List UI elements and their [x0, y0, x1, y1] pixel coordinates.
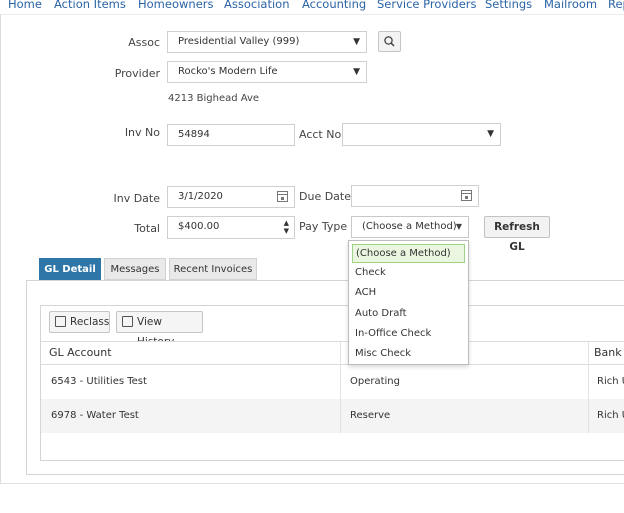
assoc-select[interactable]: Presidential Valley (999) ▼ — [167, 31, 367, 53]
acct-no-select[interactable]: ▼ — [342, 123, 501, 146]
history-icon — [122, 316, 133, 327]
refresh-gl-button[interactable]: Refresh GL — [484, 216, 550, 253]
nav-home[interactable]: Home — [8, 0, 42, 11]
total-label: Total — [134, 222, 160, 235]
inv-no-label: Inv No — [124, 126, 160, 139]
provider-value: Rocko's Modern Life — [178, 66, 278, 77]
column-header-gl-account[interactable]: GL Account — [49, 346, 112, 359]
nav-homeowners[interactable]: Homeowners — [138, 0, 214, 11]
bank-cell: Rich U — [597, 410, 624, 421]
nav-mailroom[interactable]: Mailroom — [544, 0, 597, 11]
assoc-label: Assoc — [128, 36, 160, 49]
fund-cell: Reserve — [350, 410, 391, 421]
total-value: $400.00 — [178, 221, 220, 232]
table-header: GL Account Bank — [41, 341, 624, 365]
gl-account-cell: 6543 - Utilities Test — [51, 376, 147, 387]
number-stepper[interactable]: ▲ ▼ — [284, 219, 289, 235]
assoc-value: Presidential Valley (999) — [178, 36, 300, 47]
due-date-label: Due Date — [299, 190, 351, 203]
column-divider — [340, 341, 341, 433]
pay-type-option-auto-draft[interactable]: Auto Draft — [355, 308, 407, 319]
provider-address: 4213 Bighead Ave — [168, 93, 260, 104]
inv-no-value: 54894 — [178, 129, 210, 140]
nav-reports[interactable]: Rep — [608, 0, 624, 11]
acct-no-label: Acct No — [299, 128, 342, 141]
table-row[interactable]: 6543 - Utilities Test Operating Rich U — [41, 365, 624, 399]
top-nav: Home Action Items Homeowners Association… — [0, 0, 624, 14]
fund-cell: Operating — [350, 376, 400, 387]
tab-recent-invoices[interactable]: Recent Invoices — [169, 258, 257, 280]
inv-date-input[interactable]: 3/1/2020 — [167, 186, 295, 208]
view-history-button[interactable]: View History — [116, 311, 203, 348]
tab-gl-detail[interactable]: GL Detail — [39, 258, 101, 280]
chevron-down-icon: ▼ — [455, 222, 462, 231]
reclass-icon — [55, 316, 66, 327]
inv-date-label: Inv Date — [113, 192, 160, 205]
tab-messages[interactable]: Messages — [104, 258, 166, 280]
calendar-icon[interactable] — [277, 191, 288, 202]
provider-select[interactable]: Rocko's Modern Life ▼ — [167, 61, 367, 83]
gl-account-cell: 6978 - Water Test — [51, 410, 139, 421]
provider-label: Provider — [114, 67, 160, 80]
nav-action-items[interactable]: Action Items — [54, 0, 126, 11]
nav-settings[interactable]: Settings — [485, 0, 532, 11]
column-header-bank[interactable]: Bank — [594, 346, 622, 359]
assoc-search-button[interactable] — [378, 31, 401, 52]
nav-association[interactable]: Association — [224, 0, 289, 11]
inv-no-input[interactable]: 54894 — [167, 124, 295, 146]
total-input[interactable]: $400.00 ▲ ▼ — [167, 216, 295, 239]
chevron-down-icon: ▼ — [353, 67, 360, 77]
search-icon — [384, 36, 395, 47]
column-divider — [588, 341, 589, 433]
chevron-down-icon: ▼ — [353, 37, 360, 47]
pay-type-value: (Choose a Method) — [362, 221, 457, 232]
bank-cell: Rich U — [597, 376, 624, 387]
pay-type-option-ach[interactable]: ACH — [355, 287, 376, 298]
pay-type-option-misc-check[interactable]: Misc Check — [355, 348, 411, 359]
nav-accounting[interactable]: Accounting — [302, 0, 366, 11]
pay-type-label: Pay Type — [299, 220, 348, 233]
table-row[interactable]: 6978 - Water Test Reserve Rich U — [41, 399, 624, 433]
calendar-icon[interactable] — [461, 190, 472, 201]
pay-type-option-in-office-check[interactable]: In-Office Check — [355, 328, 431, 339]
nav-service-providers[interactable]: Service Providers — [377, 0, 477, 11]
pay-type-select[interactable]: (Choose a Method) ▼ — [351, 216, 469, 238]
pay-type-dropdown: (Choose a Method) Check ACH Auto Draft I… — [348, 240, 469, 365]
pay-type-option-check[interactable]: Check — [355, 267, 386, 278]
inv-date-value: 3/1/2020 — [178, 191, 223, 202]
chevron-down-icon: ▼ — [487, 129, 494, 139]
reclass-button[interactable]: Reclass — [49, 311, 110, 333]
due-date-input[interactable] — [351, 185, 479, 207]
reclass-label: Reclass — [70, 316, 110, 328]
pay-type-option-choose[interactable]: (Choose a Method) — [352, 244, 465, 263]
